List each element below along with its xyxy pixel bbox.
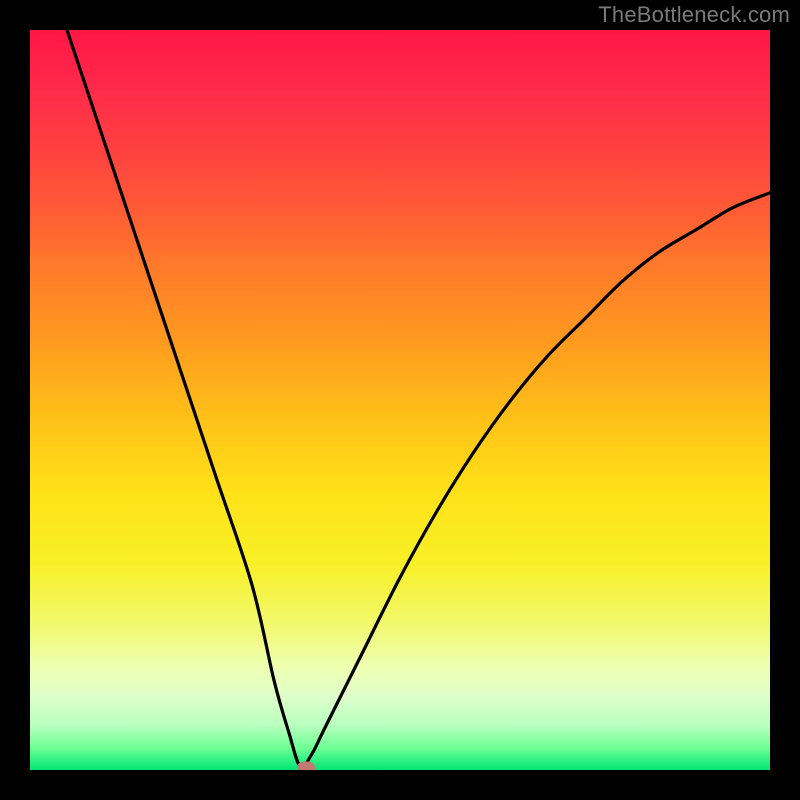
watermark-label: TheBottleneck.com bbox=[598, 2, 790, 28]
plot-area bbox=[30, 30, 770, 770]
curve-svg bbox=[30, 30, 770, 770]
chart-frame: TheBottleneck.com bbox=[0, 0, 800, 800]
bottleneck-curve bbox=[67, 30, 770, 767]
optimum-marker bbox=[297, 761, 315, 770]
